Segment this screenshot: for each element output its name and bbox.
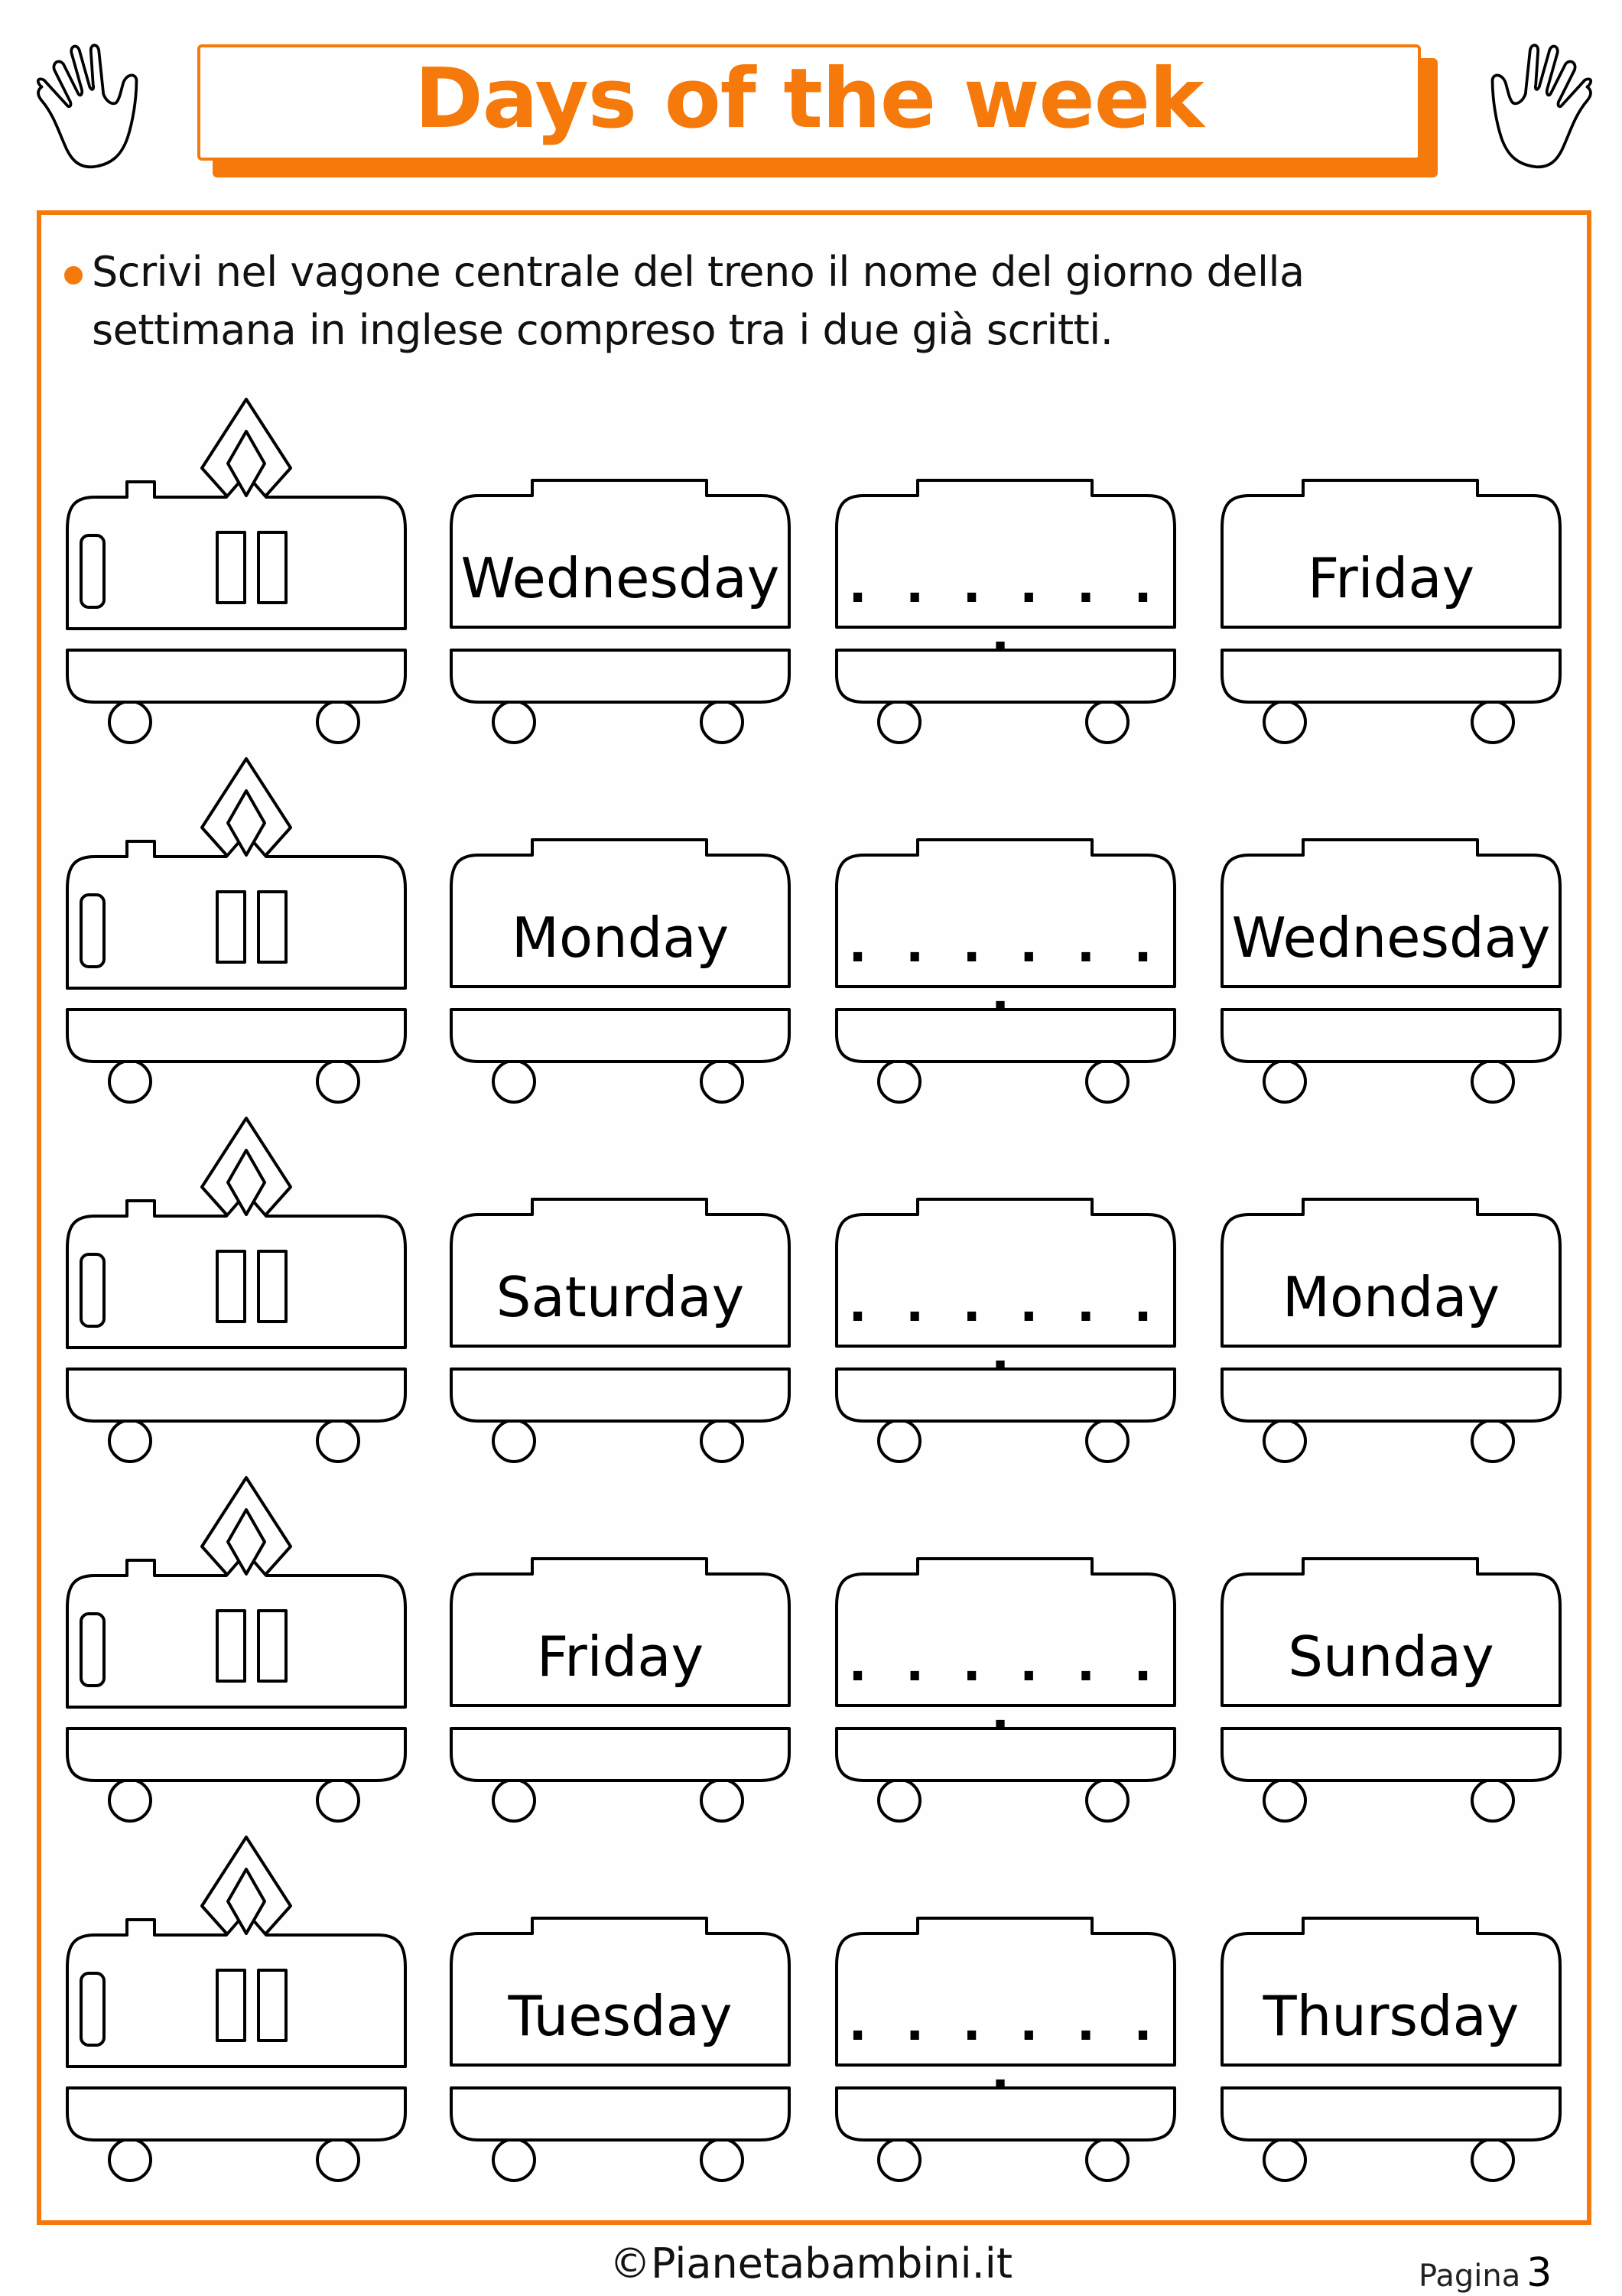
page-indicator: Pagina 3 [1419,2250,1552,2296]
day-label: Thursday [1263,1984,1520,2048]
wagon-given-day-before: Monday [448,757,808,1109]
train-row: Friday . . . . . . . Sunday [0,1476,1622,1836]
wagon-given-day-after: Wednesday [1219,757,1578,1109]
day-label: Friday [1307,546,1475,610]
footer-brand: ©Pianetabambini.it [609,2239,1013,2288]
locomotive [64,1476,424,1828]
locomotive-icon [66,757,407,1104]
locomotive-icon [66,398,407,744]
wagon-answer-blank[interactable]: . . . . . . . [834,1117,1193,1468]
title-banner: Days of the week [197,44,1421,161]
locomotive-icon [66,1476,407,1823]
page-label: Pagina [1419,2259,1521,2294]
left-hand-icon [37,44,138,169]
day-label: Monday [511,906,730,970]
train-row: Monday . . . . . . . Wednesday [0,757,1622,1117]
wagon-given-day-after: Sunday [1219,1476,1578,1828]
train-row: Tuesday . . . . . . . Thursday [0,1836,1622,2195]
day-label: Wednesday [460,546,780,610]
locomotive-icon [66,1836,407,2182]
day-label: Saturday [496,1265,745,1329]
locomotive [64,757,424,1109]
day-label: Wednesday [1231,906,1551,970]
answer-blank-field[interactable]: . . . . . . . [834,1280,1178,1378]
day-label: Tuesday [508,1984,733,2048]
day-label: Monday [1282,1265,1500,1329]
wagon-answer-blank[interactable]: . . . . . . . [834,757,1193,1109]
locomotive [64,1117,424,1468]
page-number: 3 [1526,2250,1552,2296]
train-row: Saturday . . . . . . . Monday [0,1117,1622,1476]
day-label: Friday [536,1624,704,1689]
wagon-given-day-after: Monday [1219,1117,1578,1468]
wagon-answer-blank[interactable]: . . . . . . . [834,398,1193,750]
instructions-line-2: settimana in inglese compreso tra i due … [92,306,1113,354]
wagon-given-day-after: Thursday [1219,1836,1578,2187]
wagon-answer-blank[interactable]: . . . . . . . [834,1476,1193,1828]
locomotive-icon [66,1117,407,1463]
day-label: Sunday [1288,1624,1494,1689]
wagon-given-day-before: Friday [448,1476,808,1828]
train-row: Wednesday . . . . . . . Friday [0,398,1622,757]
answer-blank-field[interactable]: . . . . . . . [834,1999,1178,2097]
wagon-answer-blank[interactable]: . . . . . . . [834,1836,1193,2187]
locomotive [64,1836,424,2187]
instructions: Scrivi nel vagone centrale del treno il … [92,243,1545,359]
right-hand-icon [1490,44,1592,169]
locomotive [64,398,424,750]
instructions-line-1: Scrivi nel vagone centrale del treno il … [92,248,1305,296]
wagon-given-day-after: Friday [1219,398,1578,750]
wagon-given-day-before: Saturday [448,1117,808,1468]
bullet-icon [64,266,83,285]
answer-blank-field[interactable]: . . . . . . . [834,1640,1178,1738]
answer-blank-field[interactable]: . . . . . . . [834,561,1178,659]
wagon-given-day-before: Tuesday [448,1836,808,2187]
wagon-given-day-before: Wednesday [448,398,808,750]
answer-blank-field[interactable]: . . . . . . . [834,921,1178,1019]
page-title: Days of the week [414,51,1204,147]
